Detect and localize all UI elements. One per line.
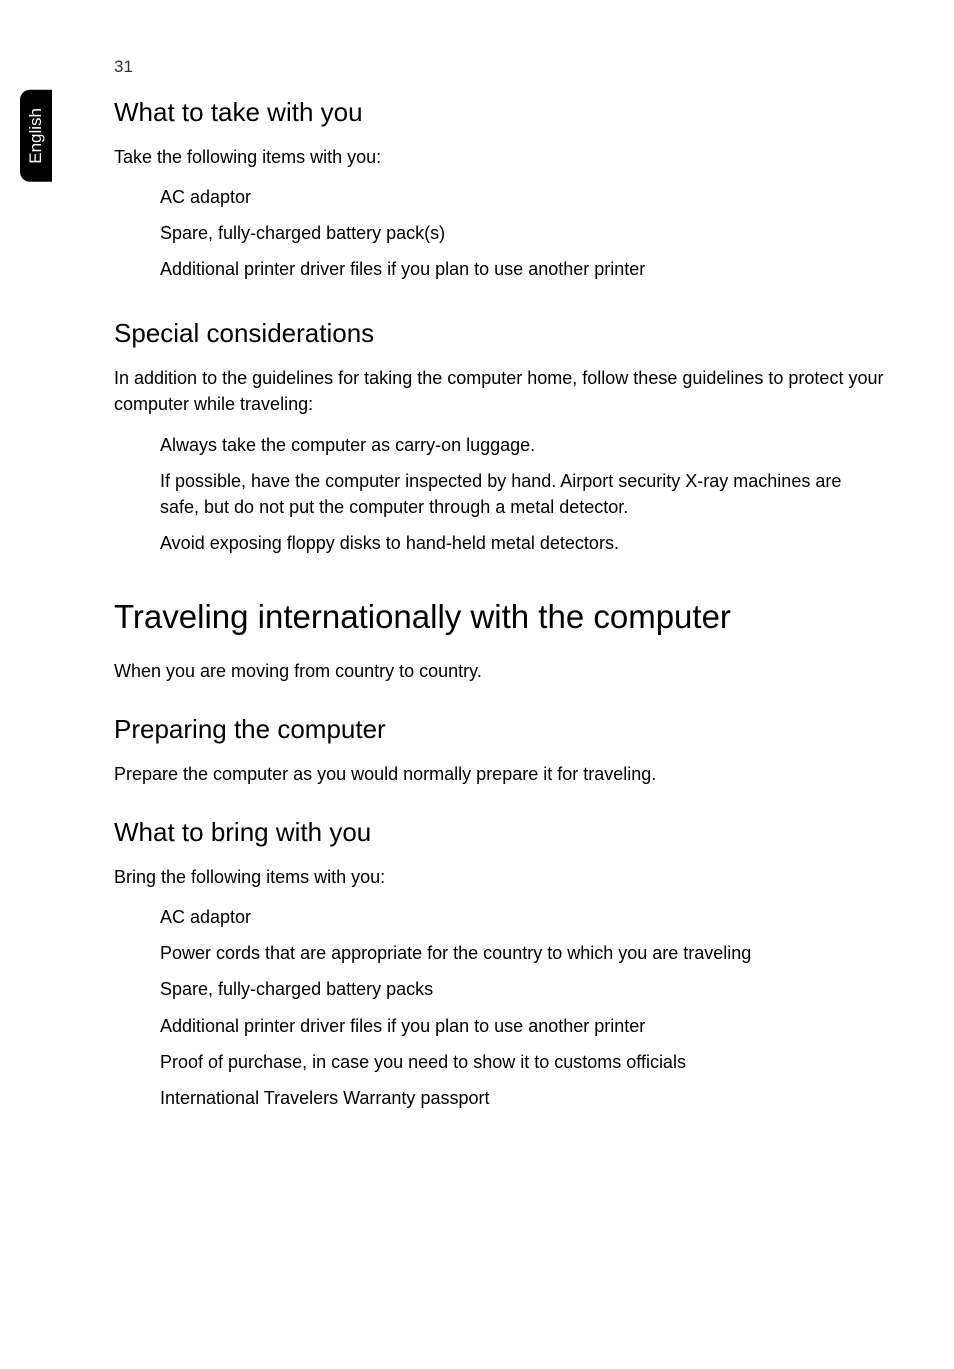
- list-item: International Travelers Warranty passpor…: [160, 1085, 884, 1111]
- page-content: What to take with you Take the following…: [114, 97, 884, 1121]
- list-item: Always take the computer as carry-on lug…: [160, 432, 884, 458]
- heading-what-to-take: What to take with you: [114, 97, 884, 128]
- page-number: 31: [114, 57, 133, 77]
- intro-preparing-computer: Prepare the computer as you would normal…: [114, 761, 884, 787]
- intro-what-to-bring: Bring the following items with you:: [114, 864, 884, 890]
- list-item: Additional printer driver files if you p…: [160, 256, 884, 282]
- heading-special-considerations: Special considerations: [114, 318, 884, 349]
- list-item: Spare, fully-charged battery packs: [160, 976, 884, 1002]
- list-item: If possible, have the computer inspected…: [160, 468, 884, 520]
- list-item: Power cords that are appropriate for the…: [160, 940, 884, 966]
- intro-traveling-internationally: When you are moving from country to coun…: [114, 658, 884, 684]
- list-item: AC adaptor: [160, 184, 884, 210]
- intro-special-considerations: In addition to the guidelines for taking…: [114, 365, 884, 417]
- intro-what-to-take: Take the following items with you:: [114, 144, 884, 170]
- list-item: Additional printer driver files if you p…: [160, 1013, 884, 1039]
- heading-preparing-computer: Preparing the computer: [114, 714, 884, 745]
- list-item: AC adaptor: [160, 904, 884, 930]
- list-item: Spare, fully-charged battery pack(s): [160, 220, 884, 246]
- list-item: Proof of purchase, in case you need to s…: [160, 1049, 884, 1075]
- list-item: Avoid exposing floppy disks to hand-held…: [160, 530, 884, 556]
- language-tab: English: [20, 90, 52, 182]
- heading-traveling-internationally: Traveling internationally with the compu…: [114, 598, 884, 636]
- heading-what-to-bring: What to bring with you: [114, 817, 884, 848]
